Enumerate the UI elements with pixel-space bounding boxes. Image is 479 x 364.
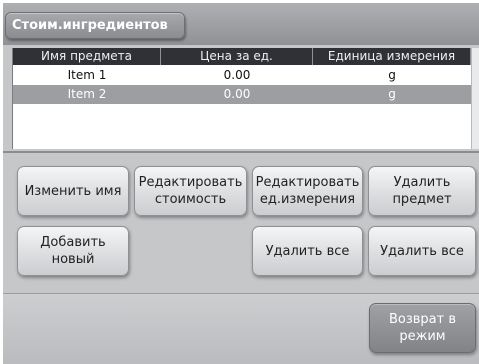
column-header-name: Имя предмета — [13, 48, 161, 65]
edit-cost-button[interactable]: Редактировать стоимость — [134, 166, 247, 216]
table-row-selected[interactable]: Item 2 0.00 g — [13, 85, 479, 104]
cell-item-name: Item 2 — [67, 87, 107, 101]
ingredients-table: Имя предмета Цена за ед. Единица измерен… — [12, 48, 479, 149]
delete-all-button-2[interactable]: Удалить все — [368, 226, 476, 276]
screen-title-button[interactable]: Стоим.ингредиентов — [5, 12, 185, 39]
cell-item-unit: g — [388, 68, 396, 82]
table-header: Имя предмета Цена за ед. Единица измерен… — [13, 48, 479, 65]
edit-unit-button[interactable]: Редактировать ед.измерения — [252, 166, 363, 216]
column-header-price: Цена за ед. — [161, 48, 313, 65]
table-scrollbar[interactable] — [471, 48, 479, 149]
screen: Стоим.ингредиентов Имя предмета Цена за … — [3, 3, 479, 364]
delete-all-button[interactable]: Удалить все — [252, 226, 363, 276]
column-header-unit: Единица измерения — [313, 48, 471, 65]
cell-item-price: 0.00 — [223, 68, 251, 82]
delete-item-button[interactable]: Удалить предмет — [368, 166, 476, 216]
divider — [3, 151, 479, 153]
title-bar: Стоим.ингредиентов — [3, 3, 479, 45]
return-to-mode-button[interactable]: Возврат в режим — [369, 303, 476, 353]
rename-button[interactable]: Изменить имя — [17, 166, 129, 216]
add-new-button[interactable]: Добавить новый — [17, 226, 129, 276]
cell-item-unit: g — [388, 87, 396, 101]
cell-item-name: Item 1 — [67, 68, 107, 82]
cell-item-price: 0.00 — [223, 87, 251, 101]
table-row[interactable]: Item 1 0.00 g — [13, 66, 479, 85]
